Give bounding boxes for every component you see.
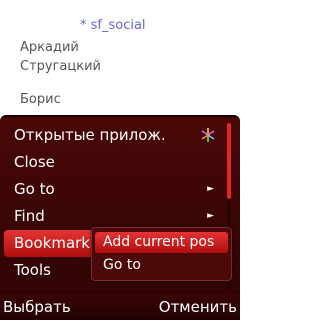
submenu-arrow-icon: ►: [207, 211, 214, 221]
menu-item-close[interactable]: Close: [0, 149, 222, 176]
contact-name[interactable]: Борис: [20, 90, 61, 109]
cancel-softkey[interactable]: Отменить: [159, 294, 237, 320]
softkey-bar: Выбрать Отменить: [0, 294, 240, 320]
menu-item-go-to[interactable]: Go to ►: [0, 176, 222, 203]
menu-item-label: Close: [14, 153, 55, 171]
contact-first-name: Борис: [20, 92, 61, 107]
contact-name[interactable]: Аркадий Стругацкий: [20, 38, 101, 76]
menu-item-label: Find: [14, 207, 45, 225]
contact-last-name: Стругацкий: [20, 59, 101, 74]
bookmarks-submenu: Add current pos Go to: [91, 227, 232, 281]
active-tasks-icon: [201, 128, 215, 142]
menu-item-open-apps[interactable]: Открытые прилож.: [0, 122, 222, 149]
submenu-item-add-current-pos[interactable]: Add current pos: [95, 232, 228, 253]
menu-item-label: Открытые прилож.: [14, 126, 166, 144]
menu-item-label: Tools: [14, 261, 51, 279]
select-softkey[interactable]: Выбрать: [3, 294, 71, 320]
screen: * sf_social Аркадий Стругацкий Борис Отк…: [0, 0, 240, 320]
contact-first-name: Аркадий: [20, 40, 79, 55]
menu-item-label: Bookmarks: [14, 234, 98, 252]
submenu-arrow-icon: ►: [207, 184, 214, 194]
menu-item-find[interactable]: Find ►: [0, 203, 222, 230]
scrollbar-thumb[interactable]: [227, 123, 231, 199]
submenu-item-go-to[interactable]: Go to: [95, 255, 228, 276]
menu-item-label: Go to: [14, 180, 55, 198]
tag-label: * sf_social: [80, 18, 146, 33]
